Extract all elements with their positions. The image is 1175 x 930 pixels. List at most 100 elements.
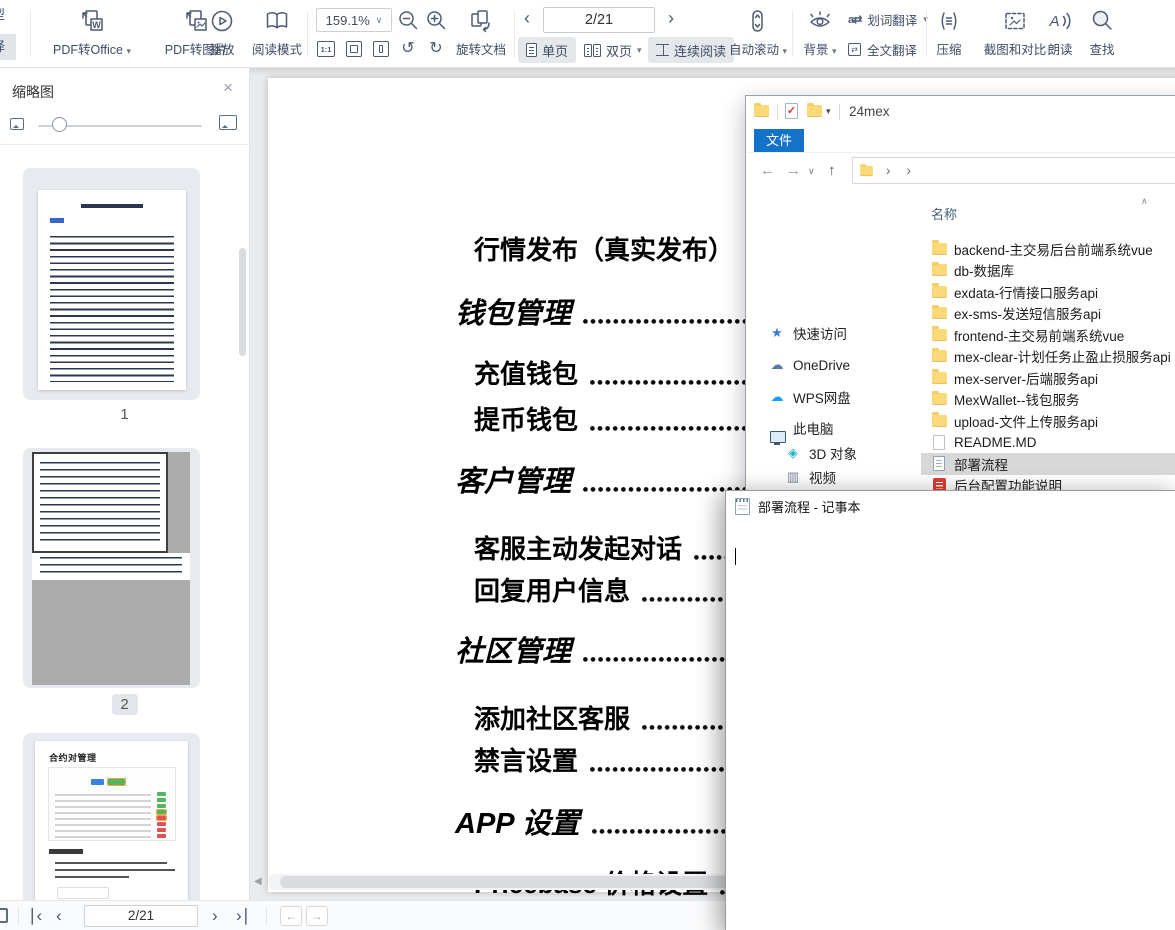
next-page-button[interactable]: ›: [668, 8, 674, 29]
ribbon-tab[interactable]: [804, 129, 856, 152]
nav-item-icon: ☁: [768, 357, 786, 373]
previous-page-button[interactable]: ‹: [56, 904, 62, 928]
breadcrumb-item[interactable]: [899, 163, 920, 178]
zoom-level-select[interactable]: 159.1%∨: [316, 8, 392, 32]
page-indicator-input[interactable]: 2/21: [543, 7, 655, 33]
last-page-button[interactable]: ›∣: [236, 904, 250, 928]
sort-ascending-icon[interactable]: ∧: [1141, 196, 1148, 207]
chevron-down-icon: ∨: [376, 15, 383, 26]
zoom-in-button[interactable]: [424, 8, 448, 32]
notepad-text-area[interactable]: [736, 546, 1174, 930]
pdf-to-office-button[interactable]: W PDF转Office ▾: [36, 3, 148, 65]
nav-item-icon: ★: [768, 325, 786, 341]
file-type-icon: [931, 264, 947, 276]
slider-knob[interactable]: [52, 117, 67, 132]
next-page-button[interactable]: ›: [212, 904, 218, 928]
file-row[interactable]: mex-server-后端服务api: [921, 367, 1175, 389]
file-type-icon: [931, 286, 947, 298]
file-name: mex-server-后端服务api: [954, 368, 1098, 388]
close-icon[interactable]: ×: [223, 78, 233, 98]
nav-item-label: 3D 对象: [809, 443, 857, 463]
double-page-button[interactable]: 双页▾: [576, 37, 650, 63]
file-name: exdata-行情接口服务api: [954, 282, 1098, 302]
breadcrumb[interactable]: [852, 157, 1175, 184]
fit-page-button[interactable]: [342, 38, 366, 60]
toolbar-cut-button-bottom[interactable]: 译: [0, 34, 16, 60]
auto-scroll-button[interactable]: 自动滚动 ▾: [726, 3, 790, 65]
actual-size-button[interactable]: 1:1: [314, 38, 338, 60]
word-translate-button[interactable]: a⇄ 划词翻译 ▾: [848, 6, 928, 32]
ribbon-tab[interactable]: [856, 129, 908, 152]
forward-icon[interactable]: →: [786, 162, 801, 179]
toolbar-divider: [792, 10, 793, 57]
nav-item[interactable]: ★ 快速访问: [746, 322, 921, 344]
full-translate-button[interactable]: ⇄ 全文翻译: [848, 36, 917, 62]
nav-item[interactable]: ☁ WPS网盘: [746, 386, 921, 408]
recent-locations-icon[interactable]: ∨: [808, 166, 815, 177]
zoom-large-icon[interactable]: [219, 115, 237, 130]
first-page-button[interactable]: ∣‹: [28, 904, 42, 928]
sidebar-scrollbar[interactable]: [239, 248, 246, 356]
thumbnail-page-3[interactable]: 合约对管理: [23, 733, 200, 908]
column-header-name[interactable]: 名称: [931, 204, 957, 223]
fit-width-button[interactable]: [369, 38, 393, 60]
folder-icon[interactable]: [807, 105, 822, 117]
continuous-read-button[interactable]: 连续阅读: [648, 37, 734, 63]
file-name: mex-clear-计划任务止盈止损服务api: [954, 346, 1171, 366]
ribbon-tab[interactable]: [908, 129, 960, 152]
play-button[interactable]: 播放: [200, 3, 244, 65]
address-bar: ← → ∨ ↑: [746, 153, 1175, 189]
rotate-left-icon[interactable]: ↺: [396, 38, 420, 60]
read-aloud-button[interactable]: A 朗读: [1040, 3, 1080, 65]
file-row[interactable]: exdata-行情接口服务api: [921, 281, 1175, 303]
toolbar-divider: [307, 10, 308, 57]
nav-item[interactable]: ◈ 3D 对象: [746, 442, 921, 464]
nav-item-label: WPS网盘: [793, 387, 851, 407]
find-button[interactable]: 查找: [1082, 3, 1122, 65]
up-icon[interactable]: ↑: [828, 162, 836, 179]
compress-button[interactable]: 压缩: [928, 3, 970, 65]
text-line: [736, 714, 1174, 735]
explorer-titlebar[interactable]: ✓ ▾ 24mex: [746, 96, 1175, 129]
zoom-out-button[interactable]: [396, 8, 420, 32]
thumbnail-page-2[interactable]: [23, 448, 200, 688]
toolbar-cut-button-top[interactable]: 型: [0, 2, 16, 28]
background-button[interactable]: 背景 ▾: [796, 3, 844, 65]
file-name: MexWallet--钱包服务: [954, 389, 1080, 409]
file-row[interactable]: README.MD: [921, 432, 1175, 454]
read-mode-button[interactable]: 阅读模式: [246, 3, 308, 65]
nav-item[interactable]: ▥ 视频: [746, 466, 921, 488]
chevron-down-icon[interactable]: ▾: [826, 106, 831, 117]
file-row[interactable]: mex-clear-计划任务止盈止损服务api: [921, 346, 1175, 368]
rotate-right-icon[interactable]: ↻: [424, 38, 448, 60]
file-row[interactable]: 部署流程: [921, 453, 1175, 475]
viewport-indicator[interactable]: [32, 452, 168, 553]
file-row[interactable]: ex-sms-发送短信服务api: [921, 303, 1175, 325]
notepad-titlebar[interactable]: 部署流程 - 记事本: [726, 491, 1175, 521]
breadcrumb-item[interactable]: [878, 163, 899, 178]
mini-dropdown: [57, 887, 109, 899]
file-row[interactable]: db-数据库: [921, 260, 1175, 282]
page-indicator-input[interactable]: 2/21: [84, 905, 198, 927]
scroll-left-icon[interactable]: ◀: [254, 876, 262, 887]
file-row[interactable]: MexWallet--钱包服务: [921, 389, 1175, 411]
rotate-document-button[interactable]: 旋转文档: [452, 3, 510, 65]
properties-check-icon[interactable]: ✓: [785, 103, 798, 119]
file-row[interactable]: frontend-主交易前端系统vue: [921, 324, 1175, 346]
folder-icon: [860, 165, 873, 175]
file-name: ex-sms-发送短信服务api: [954, 303, 1101, 323]
previous-page-button[interactable]: ‹: [524, 8, 530, 29]
double-page-icon: [584, 44, 601, 57]
history-back-button[interactable]: ←: [280, 906, 302, 926]
tab-file[interactable]: 文件: [754, 129, 804, 152]
file-row[interactable]: upload-文件上传服务api: [921, 410, 1175, 432]
back-icon[interactable]: ←: [760, 162, 775, 179]
zoom-small-icon[interactable]: [10, 118, 24, 130]
nav-item[interactable]: ☁ OneDrive: [746, 354, 921, 376]
file-row[interactable]: backend-主交易后台前端系统vue: [921, 238, 1175, 260]
history-forward-button[interactable]: →: [306, 906, 328, 926]
nav-item[interactable]: 此电脑: [746, 417, 921, 439]
thumbnail-page-1[interactable]: [23, 168, 200, 400]
single-page-button[interactable]: 单页: [518, 37, 576, 63]
cut-tool-icon[interactable]: [0, 908, 8, 923]
